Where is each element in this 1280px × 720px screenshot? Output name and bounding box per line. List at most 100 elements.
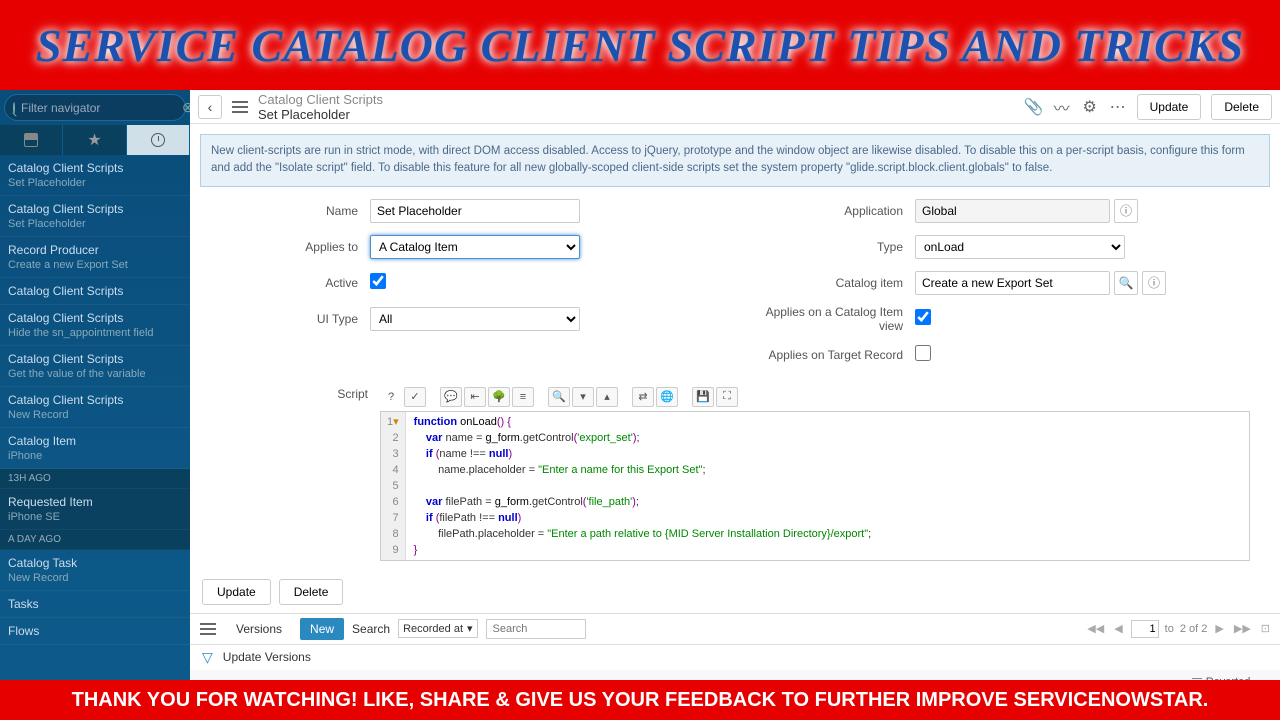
script-indent-icon[interactable]: ⇤ (464, 387, 486, 407)
filter-navigator-input[interactable] (21, 101, 176, 115)
pager-next-icon[interactable]: ▶ (1213, 622, 1225, 635)
label-active: Active (200, 276, 370, 290)
list-menu-icon[interactable] (198, 621, 218, 637)
sidebar-item[interactable]: Catalog Client ScriptsSet Placeholder (0, 155, 190, 196)
filter-navigator-wrap[interactable]: ⊗ (4, 94, 186, 121)
pager-expand-icon[interactable]: ⊡ (1259, 622, 1272, 635)
sidebar-item[interactable]: Flows (0, 618, 190, 645)
banner-top-text: SERVICE CATALOG CLIENT SCRIPT TIPS AND T… (36, 19, 1244, 72)
active-checkbox[interactable] (370, 273, 386, 289)
name-input[interactable] (370, 199, 580, 223)
catalog-item-lookup-icon[interactable]: 🔍 (1114, 271, 1138, 295)
sidebar-item[interactable]: Catalog Client ScriptsGet the value of t… (0, 346, 190, 387)
sidebar-item[interactable]: Catalog ItemiPhone (0, 428, 190, 469)
script-replace-icon[interactable]: ⇄ (632, 387, 654, 407)
col-reverted[interactable]: Reverted from (1184, 670, 1280, 681)
search-icon (13, 102, 15, 114)
sidebar-item[interactable]: Tasks (0, 591, 190, 618)
col-source[interactable]: Source (762, 670, 1184, 681)
main-content: ‹ Catalog Client Scripts Set Placeholder… (190, 90, 1280, 680)
new-button[interactable]: New (300, 618, 344, 640)
nav-tab-history[interactable] (127, 125, 190, 155)
script-gutter: 1▾23456789 (381, 412, 406, 560)
script-code[interactable]: function onLoad() { var name = g_form.ge… (406, 412, 1249, 560)
sidebar-section: 13H AGO (0, 469, 190, 489)
script-format-icon[interactable]: ≡ (512, 387, 534, 407)
catalog-item-input[interactable] (915, 271, 1110, 295)
more-icon[interactable]: ⋯ (1109, 98, 1127, 116)
label-catalog-item: Catalog item (745, 276, 915, 290)
update-button-bottom[interactable]: Update (202, 579, 271, 605)
label-script: Script (200, 387, 380, 561)
sidebar-section: A DAY AGO (0, 530, 190, 550)
form-actions: Update Delete (190, 571, 1280, 613)
list-search-input[interactable] (486, 619, 586, 639)
page-title: Catalog Client Scripts (258, 92, 1019, 107)
type-select[interactable]: onLoad (915, 235, 1125, 259)
script-toolbar: ? ✓ 💬 ⇤ 🌳 ≡ 🔍 ▾ ▴ ⇄ 🌐 💾 ⛶ (380, 387, 1250, 407)
nav-tab-all[interactable] (0, 125, 63, 155)
list-icon (24, 133, 38, 147)
back-button[interactable]: ‹ (198, 95, 222, 119)
sidebar-item[interactable]: Catalog Client ScriptsSet Placeholder (0, 196, 190, 237)
activity-icon[interactable]: 〰 (1053, 98, 1071, 116)
script-up-icon[interactable]: ▴ (596, 387, 618, 407)
list-filter-bar: ▽ Update Versions (190, 645, 1280, 670)
script-search-icon[interactable]: 🔍 (548, 387, 570, 407)
sidebar-item[interactable]: Catalog Client ScriptsNew Record (0, 387, 190, 428)
tab-versions[interactable]: Versions (226, 618, 292, 640)
search-label: Search (352, 622, 390, 636)
script-fullscreen-icon[interactable]: ⛶ (716, 387, 738, 407)
label-application: Application (745, 204, 915, 218)
ui-type-select[interactable]: All (370, 307, 580, 331)
script-syntax-icon[interactable]: ✓ (404, 387, 426, 407)
form-header: ‹ Catalog Client Scripts Set Placeholder… (190, 90, 1280, 124)
script-help-icon[interactable]: ? (380, 387, 402, 407)
chevron-down-icon: ▾ (467, 622, 473, 635)
pager-first-icon[interactable]: ◀◀ (1085, 622, 1106, 635)
script-editor[interactable]: 1▾23456789 function onLoad() { var name … (380, 411, 1250, 561)
sidebar-item[interactable]: Record ProducerCreate a new Export Set (0, 237, 190, 278)
settings-icon[interactable]: ⚙ (1081, 98, 1099, 116)
delete-button-bottom[interactable]: Delete (279, 579, 344, 605)
label-name: Name (200, 204, 370, 218)
update-button[interactable]: Update (1137, 94, 1202, 120)
list-pager-top: ◀◀ ◀ to 2 of 2 ▶ ▶▶ ⊡ (1085, 620, 1272, 638)
catalog-item-info-icon[interactable]: ⓘ (1142, 271, 1166, 295)
applies-target-checkbox[interactable] (915, 345, 931, 361)
label-applies-view: Applies on a Catalog Item view (745, 305, 915, 333)
applies-to-select[interactable]: A Catalog Item (370, 235, 580, 259)
nav-tab-favorites[interactable]: ★ (63, 125, 126, 155)
delete-button[interactable]: Delete (1211, 94, 1272, 120)
sidebar-item[interactable]: Catalog Client ScriptsHide the sn_appoin… (0, 305, 190, 346)
label-type: Type (745, 240, 915, 254)
context-menu-icon[interactable] (228, 97, 252, 117)
attachment-icon[interactable]: 📎 (1025, 98, 1043, 116)
nav-history-list: Catalog Client ScriptsSet Placeholder Ca… (0, 155, 190, 680)
col-recorded[interactable]: Recorded at (578, 670, 696, 681)
pager-last-icon[interactable]: ▶▶ (1232, 622, 1253, 635)
application-info-icon[interactable]: ⓘ (1114, 199, 1138, 223)
col-name[interactable]: Name (252, 670, 578, 681)
application-input (915, 199, 1110, 223)
sidebar-item[interactable]: Requested ItemiPhone SE (0, 489, 190, 530)
script-save-icon[interactable]: 💾 (692, 387, 714, 407)
list-title: Update Versions (223, 650, 311, 664)
funnel-icon[interactable]: ▽ (202, 649, 213, 666)
sidebar-item[interactable]: Catalog Client Scripts (0, 278, 190, 305)
sidebar: ⊗ ★ Catalog Client ScriptsSet Placeholde… (0, 90, 190, 680)
info-banner: New client-scripts are run in strict mod… (200, 134, 1270, 187)
pager-prev-icon[interactable]: ◀ (1112, 622, 1124, 635)
script-tree-icon[interactable]: 🌳 (488, 387, 510, 407)
sidebar-item[interactable]: Catalog TaskNew Record (0, 550, 190, 591)
form-body: Name Applies toA Catalog Item Active UI … (190, 197, 1280, 387)
applies-view-checkbox[interactable] (915, 309, 931, 325)
script-comment-icon[interactable]: 💬 (440, 387, 462, 407)
pager-page-input[interactable] (1131, 620, 1159, 638)
search-field-select[interactable]: Recorded at ▾ (398, 619, 477, 638)
script-globe-icon[interactable]: 🌐 (656, 387, 678, 407)
col-state[interactable]: State (696, 670, 762, 681)
label-applies-target: Applies on Target Record (745, 348, 915, 362)
script-down-icon[interactable]: ▾ (572, 387, 594, 407)
banner-bottom: THANK YOU FOR WATCHING! LIKE, SHARE & GI… (0, 680, 1280, 720)
